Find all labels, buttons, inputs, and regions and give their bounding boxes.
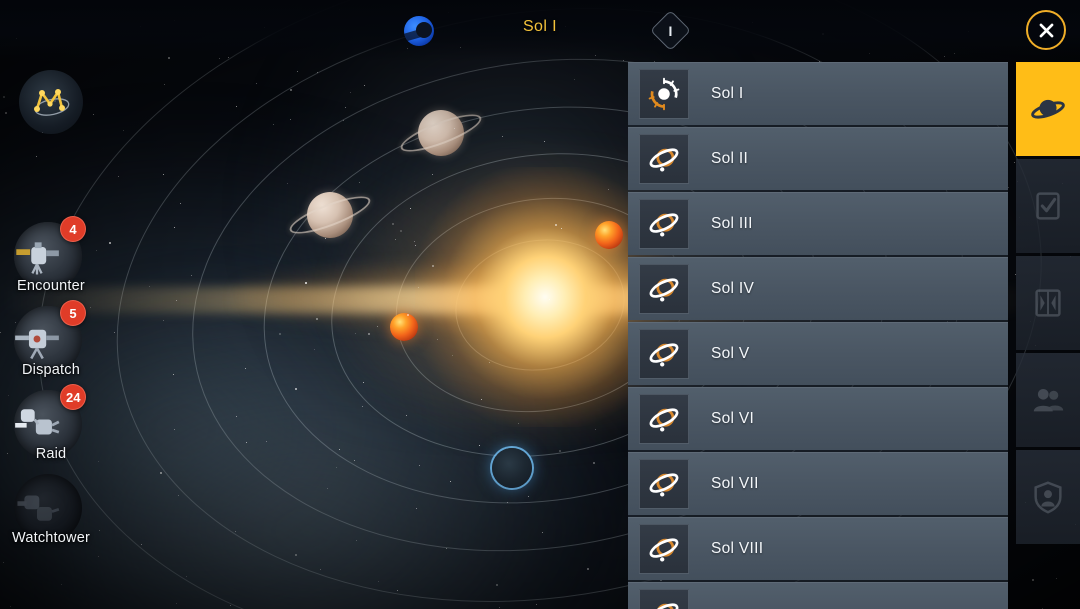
planet-list-panel[interactable]: Sol I Sol II Sol III Sol IV Sol V Sol VI Sol V… <box>628 62 1008 609</box>
crew-icon <box>1033 388 1064 412</box>
saturn-icon <box>1031 99 1065 119</box>
planet-name: Sol I <box>711 84 744 102</box>
menu-item-encounter[interactable]: 4 Encounter <box>0 216 120 306</box>
planet-list-row[interactable]: Sol V <box>628 322 1008 385</box>
right-tab-rail <box>1016 62 1080 547</box>
left-action-menu: 4 Encounter 5 Dispatch 24 Raid Watchtower <box>0 216 120 558</box>
planet-name: Sol VI <box>711 409 755 427</box>
notification-badge: 5 <box>60 300 86 326</box>
menu-item-label: Raid <box>35 446 67 462</box>
planet-list-row[interactable]: Sol I <box>628 62 1008 125</box>
menu-item-label: Encounter <box>17 278 85 294</box>
planet-list-row[interactable]: Sol VI <box>628 387 1008 450</box>
row-icon-tile <box>639 588 689 609</box>
menu-item-dispatch[interactable]: 5 Dispatch <box>0 300 120 390</box>
ringed-planet-icon <box>649 277 679 302</box>
close-button[interactable] <box>1026 10 1066 50</box>
ringed-planet-icon <box>649 147 679 172</box>
tab-missions[interactable] <box>1016 159 1080 253</box>
menu-item-raid[interactable]: 24 Raid <box>0 384 120 474</box>
row-icon-tile <box>639 523 689 574</box>
row-icon-tile <box>639 68 689 119</box>
row-icon-tile <box>639 198 689 249</box>
tab-fleet[interactable] <box>1016 353 1080 447</box>
tab-defense[interactable] <box>1016 450 1080 544</box>
ringed-planet-icon <box>649 407 679 432</box>
checklist-icon <box>1036 192 1060 220</box>
menu-item-label: Watchtower <box>11 530 90 546</box>
planet-list-row[interactable]: Sol IV <box>628 257 1008 320</box>
tab-planets[interactable] <box>1016 62 1080 156</box>
row-icon-tile <box>639 133 689 184</box>
row-icon-tile <box>639 458 689 509</box>
satellite-ship-icon <box>16 242 59 275</box>
shield-icon <box>1034 481 1062 514</box>
planet-list-row[interactable]: Sol II <box>628 127 1008 190</box>
row-icon-tile <box>639 393 689 444</box>
row-icon-tile <box>639 328 689 379</box>
watchtower-icon <box>17 495 60 521</box>
raid-ship-icon <box>15 409 60 435</box>
notification-badge: 4 <box>60 216 86 242</box>
planet-name: Sol VIII <box>711 539 764 557</box>
planet-name: Sol II <box>711 149 749 167</box>
planet-list-row[interactable]: Sol III <box>628 192 1008 255</box>
row-icon-tile <box>639 263 689 314</box>
tier-label: I <box>668 22 673 39</box>
planet-name: Sol V <box>711 344 750 362</box>
tier-badge: I <box>649 9 692 52</box>
ringed-planet-icon <box>649 602 679 609</box>
notification-badge: 24 <box>60 384 87 410</box>
ringed-planet-icon <box>649 212 679 237</box>
dispatch-ship-icon <box>15 329 59 360</box>
planet-list-row[interactable]: Sol VII <box>628 452 1008 515</box>
tab-resources[interactable] <box>1016 256 1080 350</box>
sun-icon <box>648 77 680 110</box>
galaxy-map-button[interactable] <box>19 70 83 134</box>
planet-name: Sol III <box>711 214 753 232</box>
menu-item-watchtower[interactable]: Watchtower <box>0 474 120 558</box>
chart-icon <box>1035 289 1061 317</box>
planet-name: Sol VII <box>711 474 759 492</box>
ringed-planet-icon <box>649 472 679 497</box>
ringed-planet-icon <box>649 537 679 562</box>
planet-list-row[interactable]: Sol VIII <box>628 517 1008 580</box>
constellation-icon <box>34 89 70 116</box>
planet-list-row[interactable] <box>628 582 1008 609</box>
top-bar: Sol I I <box>0 0 1080 60</box>
ringed-planet-icon <box>649 342 679 367</box>
close-icon <box>1039 23 1053 37</box>
page-title: Sol I <box>522 18 557 35</box>
menu-item-label: Dispatch <box>21 362 80 378</box>
planet-name: Sol IV <box>711 279 755 297</box>
